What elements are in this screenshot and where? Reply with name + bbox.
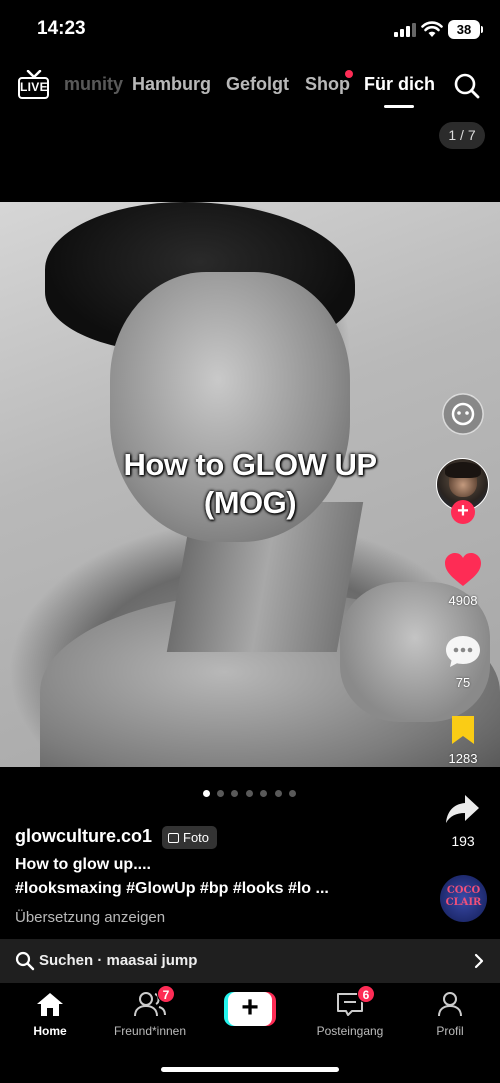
- slide-dot: [217, 790, 224, 797]
- photo-icon: [168, 833, 179, 843]
- live-label: LIVE: [18, 77, 49, 99]
- save-count: 1283: [448, 751, 478, 766]
- photo-mode-badge: Foto: [162, 826, 218, 849]
- nav-inbox[interactable]: Posteingang: [310, 987, 390, 1038]
- battery-indicator: 38: [448, 20, 480, 39]
- ai-assistant-icon[interactable]: [441, 392, 485, 436]
- chevron-right-icon: [474, 953, 484, 969]
- slide-dot: [203, 790, 210, 797]
- slide-dot: [231, 790, 238, 797]
- slide-dot: [275, 790, 282, 797]
- photo-overlay-title: How to GLOW UP (MOG): [123, 447, 377, 520]
- shop-notification-dot: [345, 70, 353, 78]
- battery-nub: [481, 26, 483, 33]
- nav-home[interactable]: Home: [27, 987, 73, 1038]
- search-bar-icon: [15, 951, 35, 971]
- tab-following[interactable]: Gefolgt: [226, 74, 289, 95]
- slide-dot: [260, 790, 267, 797]
- wifi-icon: [421, 21, 443, 37]
- friends-badge: 7: [157, 985, 175, 1003]
- bookmark-icon: [452, 716, 474, 744]
- status-time: 14:23: [37, 18, 86, 39]
- plus-icon: +: [228, 992, 272, 1026]
- status-bar: 14:23 38: [0, 0, 500, 60]
- home-icon: [37, 993, 63, 1016]
- tab-shop[interactable]: Shop: [305, 74, 350, 95]
- caption-hashtags[interactable]: #looksmaxing #GlowUp #bp #looks #lo ...: [15, 880, 329, 898]
- share-icon[interactable]: [444, 793, 481, 825]
- like-button[interactable]: 4908: [437, 552, 489, 608]
- follow-button[interactable]: +: [451, 500, 475, 524]
- active-tab-underline: [384, 105, 414, 108]
- inbox-badge: 6: [357, 985, 375, 1003]
- slide-dot: [289, 790, 296, 797]
- nav-profile-label: Profil: [436, 1024, 464, 1038]
- tab-for-you[interactable]: Für dich: [364, 74, 435, 95]
- photo-page-counter: 1 / 7: [439, 122, 485, 149]
- tab-hamburg[interactable]: Hamburg: [132, 74, 211, 95]
- creator-username[interactable]: glowculture.co1: [15, 826, 152, 847]
- nav-friends-label: Freund*innen: [113, 1024, 187, 1038]
- show-translation-link[interactable]: Übersetzung anzeigen: [15, 909, 165, 926]
- like-count: 4908: [448, 593, 478, 608]
- comment-icon: [446, 636, 480, 667]
- slide-dot: [246, 790, 253, 797]
- photo-badge-label: Foto: [183, 830, 210, 845]
- cellular-signal-icon: [394, 23, 416, 37]
- profile-icon: [438, 992, 462, 1017]
- home-indicator: [161, 1067, 339, 1072]
- nav-inbox-label: Posteingang: [316, 1024, 384, 1038]
- tab-community[interactable]: munity: [64, 74, 123, 95]
- nav-friends[interactable]: Freund*innen: [110, 987, 190, 1038]
- nav-home-label: Home: [33, 1024, 67, 1038]
- search-icon[interactable]: [453, 72, 481, 100]
- top-nav: LIVE munity Hamburg Gefolgt Shop Für dic…: [0, 62, 500, 112]
- comment-count: 75: [455, 675, 471, 690]
- comment-button[interactable]: 75: [437, 634, 489, 690]
- heart-icon: [445, 553, 481, 586]
- related-search-bar[interactable]: Suchen · maasai jump: [0, 939, 500, 983]
- caption-title: How to glow up....: [15, 856, 151, 873]
- share-count: 193: [451, 833, 475, 849]
- music-disc[interactable]: COCO CLAIR: [440, 875, 487, 922]
- live-icon[interactable]: LIVE: [18, 70, 50, 100]
- save-button[interactable]: 1283: [437, 714, 489, 766]
- create-button[interactable]: +: [224, 992, 276, 1026]
- nav-profile[interactable]: Profil: [430, 987, 470, 1038]
- feed-tabs: munity Hamburg Gefolgt Shop Für dich: [56, 62, 436, 106]
- search-suggestion-text: Suchen · maasai jump: [39, 952, 198, 969]
